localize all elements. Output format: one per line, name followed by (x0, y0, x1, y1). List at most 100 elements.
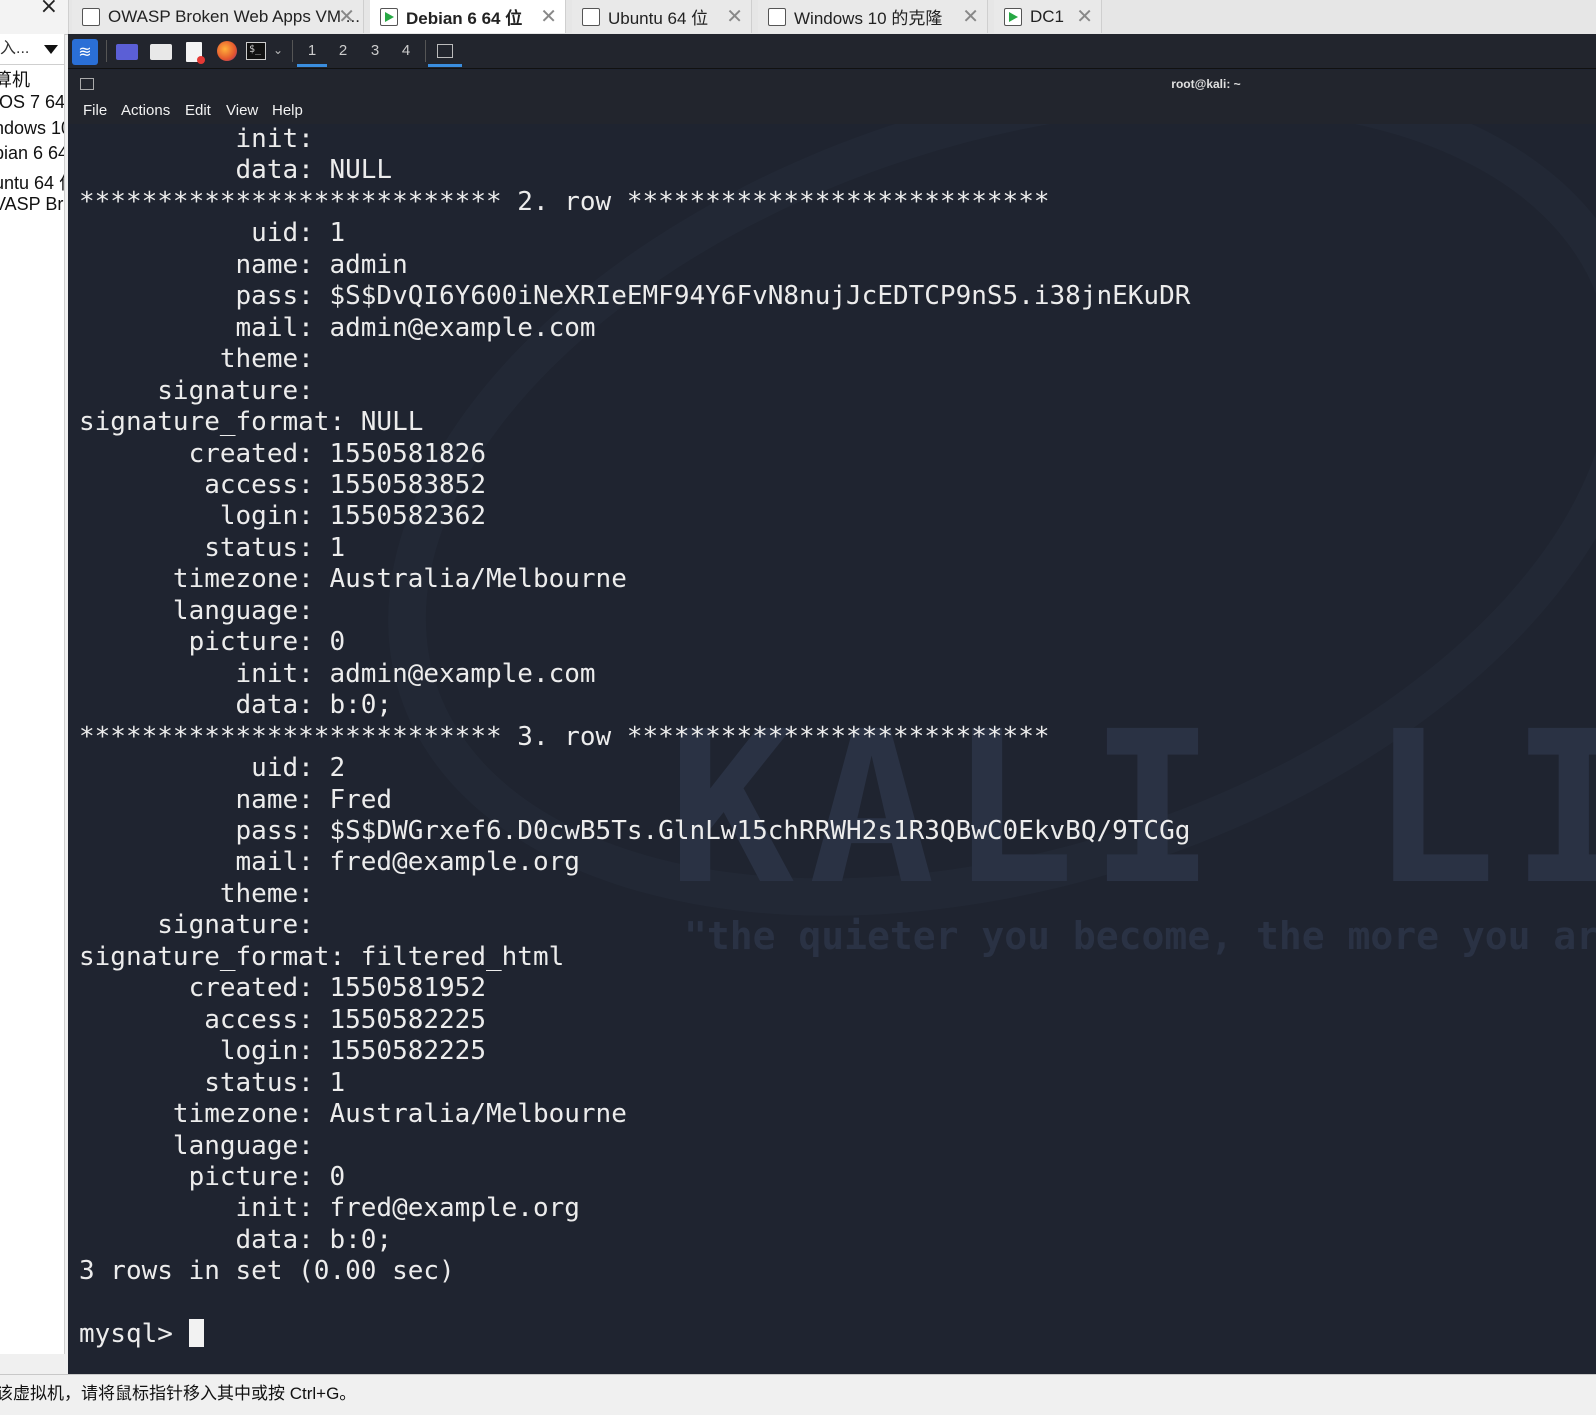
close-icon[interactable]: ✕ (338, 4, 355, 29)
terminal-line: name: admin (79, 249, 408, 280)
workspace-3[interactable]: 3 (360, 40, 390, 64)
terminal-line: timezone: Australia/Melbourne (79, 564, 627, 595)
library-search-input[interactable]: 入... (0, 34, 64, 65)
terminal-line: signature_format: NULL (79, 407, 424, 438)
vm-tab-windows10[interactable]: Windows 10 的克隆 ✕ (758, 0, 988, 33)
menu-file[interactable]: File (83, 102, 107, 119)
terminal-text: init: data: NULL ***********************… (79, 124, 1190, 1351)
firefox-icon[interactable] (217, 41, 237, 61)
library-item[interactable]: VASP Bro (0, 194, 64, 215)
terminal-line: created: 1550581952 (79, 973, 486, 1004)
vm-tab-label: Debian 6 64 位 (406, 9, 523, 28)
terminal-line: data: b:0; (79, 690, 393, 721)
library-search-placeholder: 入... (0, 40, 30, 57)
library-item[interactable]: tOS 7 64 (0, 92, 64, 113)
mysql-prompt[interactable]: mysql> (79, 1319, 189, 1349)
taskbar-terminal-button[interactable] (428, 40, 462, 67)
terminal-launcher-icon[interactable]: $_ (246, 42, 266, 60)
menu-edit[interactable]: Edit (185, 102, 211, 119)
vm-tab-label: DC1 (1030, 6, 1065, 26)
close-icon[interactable]: ✕ (962, 4, 979, 29)
terminal-line: signature: (79, 910, 314, 941)
vm-guest-screen[interactable]: ≋ $_ ⌄ 1 2 3 4 root@kali: ~ File Actions… (68, 34, 1596, 1374)
library-close-icon[interactable]: × (40, 0, 58, 19)
terminal-line: data: NULL (79, 155, 393, 186)
terminal-line: mail: admin@example.com (79, 312, 596, 343)
vm-tab-dc1[interactable]: DC1 ✕ (994, 0, 1102, 33)
vm-icon (82, 7, 100, 26)
menu-view[interactable]: View (226, 102, 258, 119)
terminal-line: status: 1 (79, 1067, 346, 1098)
menu-help[interactable]: Help (272, 102, 303, 119)
text-editor-icon[interactable] (186, 42, 205, 64)
terminal-line: signature: (79, 375, 314, 406)
terminal-line: data: b:0; (79, 1224, 393, 1255)
file-manager-icon[interactable] (150, 44, 172, 60)
library-item[interactable]: untu 64 位 (0, 169, 64, 195)
terminal-line: language: (79, 595, 314, 626)
vm-library-sidebar: 入... 算机 tOS 7 64 ndows 10 bian 6 64 untu… (0, 34, 65, 1354)
terminal-cursor (188, 1319, 204, 1348)
library-item[interactable]: bian 6 64 (0, 143, 64, 164)
xfce-top-panel: ≋ $_ ⌄ 1 2 3 4 (68, 34, 1596, 69)
vm-tab-label: OWASP Broken Web Apps VM ... (108, 6, 360, 26)
vmware-status-bar: 该虚拟机，请将鼠标指针移入其中或按 Ctrl+G。 (0, 1374, 1596, 1415)
vm-icon (768, 7, 786, 26)
chevron-down-icon[interactable] (44, 45, 58, 54)
terminal-line: *************************** 2. row *****… (79, 186, 1050, 217)
workspace-2[interactable]: 2 (328, 40, 358, 64)
close-icon[interactable]: ✕ (726, 4, 743, 29)
close-icon[interactable]: ✕ (1076, 4, 1093, 29)
terminal-icon (437, 44, 453, 58)
terminal-line: 3 rows in set (0.00 sec) (79, 1256, 455, 1287)
terminal-line: pass: $S$DvQI6Y600iNeXRIeEMF94Y6FvN8nujJ… (79, 281, 1191, 312)
vm-tab-owasp[interactable]: OWASP Broken Web Apps VM ... ✕ (72, 0, 364, 33)
close-icon[interactable]: ✕ (540, 4, 557, 29)
panel-separator (292, 40, 293, 62)
workspace-4[interactable]: 4 (391, 40, 421, 64)
terminal-line: status: 1 (79, 532, 346, 563)
library-item[interactable]: 算机 (0, 66, 30, 92)
vm-tab-label: Windows 10 的克隆 (794, 9, 943, 28)
vm-running-icon (380, 7, 398, 26)
terminal-line: mail: fred@example.org (79, 847, 580, 878)
workspace-1[interactable]: 1 (297, 40, 327, 67)
library-header: × (0, 0, 69, 34)
terminal-line: login: 1550582225 (79, 1036, 486, 1067)
vm-tab-bar: × OWASP Broken Web Apps VM ... ✕ Debian … (0, 0, 1596, 35)
kali-menu-icon[interactable]: ≋ (72, 39, 98, 65)
vm-tab-ubuntu[interactable]: Ubuntu 64 位 ✕ (572, 0, 752, 33)
terminal-line: pass: $S$DWGrxef6.D0cwB5Ts.GlnLw15chRRWH… (79, 815, 1191, 846)
terminal-line: login: 1550582362 (79, 501, 486, 532)
terminal-line: timezone: Australia/Melbourne (79, 1099, 627, 1130)
terminal-line: init: admin@example.com (79, 658, 596, 689)
panel-separator (106, 40, 107, 62)
terminal-title: root@kali: ~ (1171, 77, 1241, 91)
panel-separator (425, 40, 426, 62)
chevron-down-icon[interactable]: ⌄ (273, 43, 283, 63)
terminal-line: language: (79, 1130, 314, 1161)
menu-actions[interactable]: Actions (121, 102, 170, 119)
terminal-line: theme: (79, 344, 314, 375)
terminal-line: picture: 0 (79, 1161, 346, 1192)
terminal-line: theme: (79, 878, 314, 909)
vm-icon (582, 7, 600, 26)
terminal-line: init: (79, 124, 314, 154)
terminal-line: access: 1550582225 (79, 1004, 486, 1035)
terminal-line: picture: 0 (79, 627, 346, 658)
status-message: 该虚拟机，请将鼠标指针移入其中或按 Ctrl+G。 (0, 1384, 357, 1403)
vm-tab-debian[interactable]: Debian 6 64 位 ✕ (370, 0, 566, 33)
library-item[interactable]: ndows 10 (0, 118, 64, 139)
terminal-line: access: 1550583852 (79, 469, 486, 500)
vm-running-icon (1004, 7, 1022, 26)
terminal-line: signature_format: filtered_html (79, 941, 565, 972)
terminal-titlebar[interactable]: root@kali: ~ (68, 70, 1596, 98)
terminal-line: uid: 1 (79, 218, 346, 249)
terminal-line: name: Fred (79, 784, 393, 815)
terminal-output[interactable]: KALI LINUX "the quieter you become, the … (68, 124, 1596, 1374)
terminal-line: *************************** 3. row *****… (79, 721, 1050, 752)
terminal-menubar: File Actions Edit View Help (68, 98, 1596, 124)
show-desktop-icon[interactable] (116, 44, 138, 60)
terminal-line: uid: 2 (79, 753, 346, 784)
terminal-line: created: 1550581826 (79, 438, 486, 469)
